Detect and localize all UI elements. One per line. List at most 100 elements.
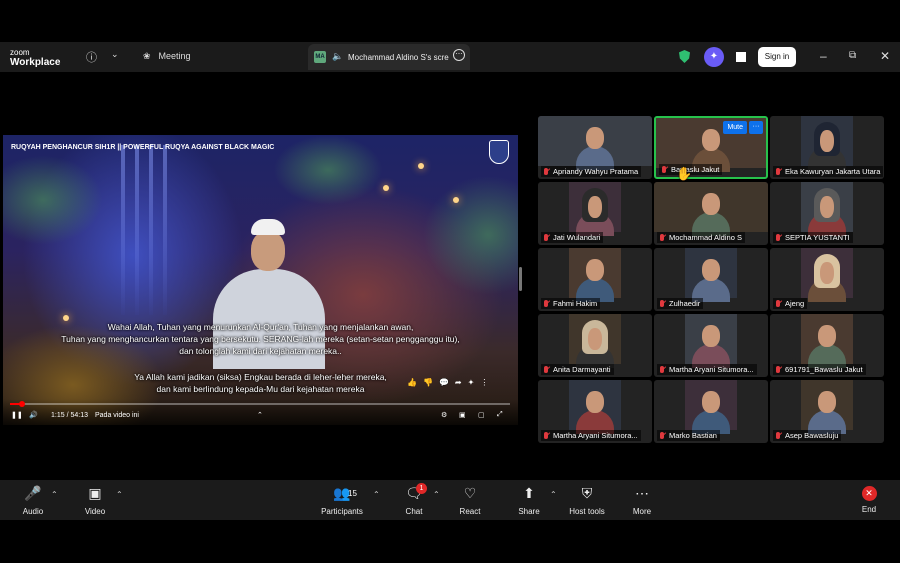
more-button[interactable]: ⋯ More	[617, 484, 667, 516]
like-icon[interactable]: 👍	[407, 378, 417, 387]
share-tab-avatar: MA	[314, 51, 326, 63]
video-options-caret[interactable]: ⌃	[116, 490, 123, 499]
share-options-caret[interactable]: ⌃	[550, 490, 557, 499]
participant-name: Eka Kawuryan Jakarta Utara	[773, 166, 883, 177]
participant-tile[interactable]: Fahmi Hakim	[538, 248, 652, 311]
share-screen-icon: ⬆	[523, 485, 535, 501]
participants-options-caret[interactable]: ⌃	[373, 490, 380, 499]
end-button[interactable]: ✕ End	[844, 484, 894, 514]
participant-video	[569, 248, 621, 302]
participant-tile[interactable]: Bawaslu Jakut Mute ···	[654, 116, 768, 179]
chapter-label[interactable]: Pada video ini	[95, 412, 139, 419]
comment-icon[interactable]: 💬	[439, 378, 449, 387]
heart-icon: ♡	[463, 485, 477, 501]
ai-companion-icon[interactable]: ✦	[704, 47, 724, 67]
participants-button[interactable]: 👥 15 Participants	[317, 484, 367, 516]
participant-tile[interactable]: Anita Darmayanti	[538, 314, 652, 377]
shield-icon: ⛨	[581, 485, 593, 501]
share-arrow-icon[interactable]: ➦	[455, 378, 462, 387]
more-vert-icon[interactable]: ⋮	[480, 378, 488, 387]
participant-video	[569, 182, 621, 236]
participant-video	[801, 380, 853, 434]
chevron-up-icon[interactable]: ⌃	[257, 411, 263, 419]
chat-button[interactable]: 🗨 1 Chat	[389, 483, 439, 516]
participant-video	[801, 116, 853, 170]
fullscreen-icon[interactable]: ⤢	[497, 411, 503, 419]
screen-share-tab[interactable]: MA 🔈 Mochammad Aldino S's scre ⋯	[308, 44, 470, 70]
share-button[interactable]: ⬆ Share	[504, 484, 554, 516]
participant-tile[interactable]: Zulhaedir	[654, 248, 768, 311]
participant-video	[569, 314, 621, 368]
cast-icon[interactable]: ▢	[478, 411, 485, 419]
meeting-tab[interactable]: ❀ Meeting	[143, 51, 191, 62]
apps-icon[interactable]	[736, 52, 746, 62]
participant-name: SEPTIA YUSTANTI	[773, 232, 853, 243]
dislike-icon[interactable]: 👎	[423, 378, 433, 387]
miniplayer-icon[interactable]: ▣	[459, 411, 466, 419]
meeting-toolbar: 🎤 Audio ⌃ ▣ Video ⌃ 👥 15 Participants ⌃ …	[0, 480, 900, 520]
host-tools-button[interactable]: ⛨ Host tools	[562, 484, 612, 516]
participant-video	[685, 314, 737, 368]
more-circle-icon: ⋯	[635, 485, 649, 501]
participant-name: Jati Wulandari	[541, 232, 604, 243]
pause-icon[interactable]: ❚❚	[11, 411, 23, 419]
participant-name: Zulhaedir	[657, 298, 704, 309]
audio-options-caret[interactable]: ⌃	[51, 490, 58, 499]
participant-tile[interactable]: Marko Bastian	[654, 380, 768, 443]
sparkle-icon[interactable]: ✦	[468, 378, 475, 387]
resize-handle[interactable]	[519, 267, 522, 291]
participant-tile[interactable]: Apriandy Wahyu Pratama	[538, 116, 652, 179]
end-call-icon: ✕	[861, 486, 877, 501]
participant-tile[interactable]: 691791_Bawaslu Jakut	[770, 314, 884, 377]
volume-icon[interactable]: 🔊	[29, 411, 38, 419]
participant-more-button[interactable]: ···	[749, 121, 763, 134]
participant-tile[interactable]: Asep Bawasluju	[770, 380, 884, 443]
shared-screen-video[interactable]: RUQYAH PENGHANCUR SIH1R || POWERFUL RUQY…	[3, 135, 518, 425]
participant-tile[interactable]: Ajeng	[770, 248, 884, 311]
participants-icon: 👥	[333, 485, 351, 501]
video-title: RUQYAH PENGHANCUR SIH1R || POWERFUL RUQY…	[11, 144, 275, 151]
video-button[interactable]: ▣ Video	[70, 484, 120, 516]
security-shield-icon[interactable]	[679, 50, 690, 63]
participant-video	[685, 248, 737, 302]
close-icon[interactable]: ✕	[880, 49, 890, 63]
participant-video	[801, 248, 853, 302]
zoom-logo: zoom Workplace	[10, 48, 61, 68]
participant-video	[801, 314, 853, 368]
participant-tile[interactable]: Martha Aryani Situmora...	[654, 314, 768, 377]
participant-video	[685, 380, 737, 434]
participant-name: Mochammad Aldino S	[657, 232, 745, 243]
participant-name: Asep Bawasluju	[773, 430, 842, 441]
participant-video	[538, 116, 652, 170]
video-reactions: 👍 👎 💬 ➦ ✦ ⋮	[407, 378, 503, 394]
video-progress-bar[interactable]	[10, 401, 510, 407]
hand-cursor-icon: ✋	[676, 166, 693, 181]
share-tab-title: Mochammad Aldino S's scre	[348, 53, 449, 62]
mute-participant-button[interactable]: Mute	[723, 121, 747, 134]
participant-tile[interactable]: SEPTIA YUSTANTI	[770, 182, 884, 245]
participant-name: Apriandy Wahyu Pratama	[541, 166, 642, 177]
settings-icon[interactable]: ⚙	[441, 411, 447, 419]
speaker-icon: 🔈	[332, 51, 344, 61]
chevron-down-icon[interactable]: ⌄	[111, 49, 119, 60]
participant-tile[interactable]: Mochammad Aldino S	[654, 182, 768, 245]
minimize-icon[interactable]: –	[820, 49, 827, 63]
video-time: 1:15 / 54:13	[51, 412, 88, 419]
paw-icon: ❀	[143, 51, 151, 61]
info-icon[interactable]: ⓘ	[86, 49, 97, 65]
participant-tile[interactable]: Eka Kawuryan Jakarta Utara	[770, 116, 884, 179]
camera-icon: ▣	[88, 485, 102, 501]
participant-name: 691791_Bawaslu Jakut	[773, 364, 866, 375]
chat-options-caret[interactable]: ⌃	[433, 490, 440, 499]
title-bar: zoom Workplace ⓘ ⌄ ❀ Meeting MA 🔈 Mochamm…	[0, 42, 900, 72]
audio-button[interactable]: 🎤 Audio	[8, 484, 58, 516]
participant-name: Anita Darmayanti	[541, 364, 614, 375]
participant-tile[interactable]: Jati Wulandari	[538, 182, 652, 245]
more-options-icon[interactable]: ⋯	[453, 49, 465, 61]
restore-icon[interactable]: ⧉	[849, 50, 856, 61]
participant-name: Ajeng	[773, 298, 808, 309]
channel-crest-logo	[489, 140, 509, 164]
react-button[interactable]: ♡ React	[445, 484, 495, 516]
participant-tile[interactable]: Martha Aryani Situmora...	[538, 380, 652, 443]
sign-in-button[interactable]: Sign in	[758, 47, 796, 67]
